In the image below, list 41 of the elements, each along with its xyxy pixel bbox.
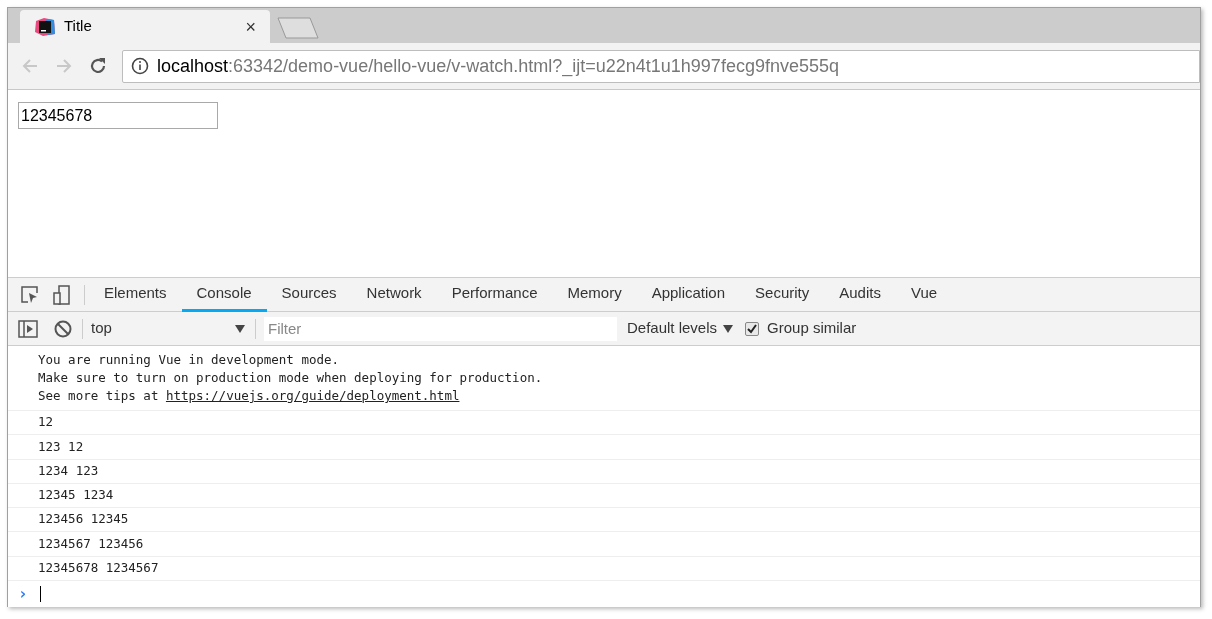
sidebar-toggle-icon[interactable] (18, 319, 38, 338)
console-log: 1234 123 (38, 461, 99, 480)
devtools-tab[interactable]: Elements (89, 277, 182, 312)
dropdown-caret-icon (235, 324, 245, 333)
group-similar-checkbox[interactable] (745, 321, 760, 336)
device-icon[interactable] (52, 284, 72, 305)
group-similar-label: Group similar (767, 318, 857, 339)
docs-link[interactable]: https://vuejs.org/guide/deployment.html (165, 388, 460, 403)
devtools-tab[interactable]: Sources (266, 277, 352, 312)
close-tab-button[interactable]: × (245, 17, 256, 36)
context-select[interactable]: top (83, 317, 255, 340)
devtools-tab[interactable]: Vue (895, 277, 953, 312)
devtools-tab[interactable]: Memory (552, 277, 637, 312)
url-text: localhost:63342/demo-vue/hello-vue/v-watch.html?_ijt=u22n4t1u1h997fecg9fnve555q (157, 54, 839, 79)
console-message: You are running Vue in development mode. (38, 351, 341, 369)
devtools-tab[interactable]: Network (351, 277, 437, 312)
info-icon (131, 57, 149, 75)
clear-console-icon[interactable] (54, 319, 72, 338)
tab-title: Title (64, 16, 93, 37)
console-log: 123456 12345 (38, 510, 129, 529)
prompt-icon: › (18, 582, 28, 607)
devtools-tab[interactable]: Application (636, 277, 741, 312)
console-log: 12345678 1234567 (38, 559, 159, 578)
reload-icon[interactable] (88, 56, 108, 76)
console-message: See more tips at (38, 388, 160, 403)
inspect-icon[interactable] (20, 284, 40, 305)
console-message: Make sure to turn on production mode when deploying for production. (38, 369, 544, 387)
console-log: 12345 1234 (38, 486, 114, 505)
app-logo-icon (34, 16, 56, 37)
browser-tab[interactable]: Title × (20, 10, 270, 43)
devtools-tab[interactable]: Security (740, 277, 825, 312)
levels-dropdown[interactable]: Default levels (627, 317, 734, 340)
devtools-tab[interactable]: Audits (824, 277, 896, 312)
address-bar[interactable]: localhost:63342/demo-vue/hello-vue/v-watch.html?_ijt=u22n4t1u1h997fecg9fnve555q (122, 49, 1200, 83)
text-input[interactable]: 12345678 (18, 102, 218, 129)
filter-field[interactable]: Filter (264, 316, 617, 341)
console-log: 123 12 (38, 437, 84, 456)
console-log: 1234567 123456 (38, 534, 144, 553)
dropdown-caret-icon (723, 324, 734, 333)
devtools-tab[interactable]: Performance (436, 277, 553, 312)
console-log: 12 (38, 413, 54, 432)
